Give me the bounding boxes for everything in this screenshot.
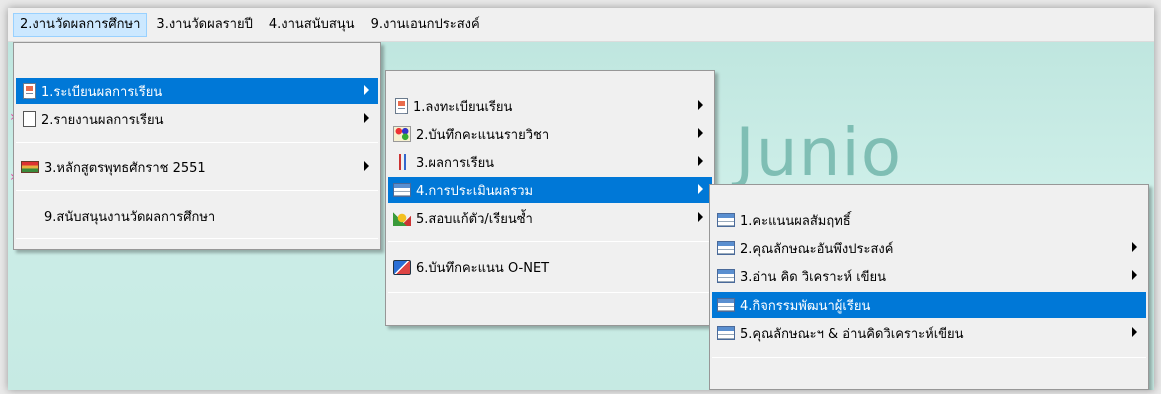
submenu-arrow-icon: [698, 156, 703, 166]
submenu-arrow-icon: [364, 113, 369, 123]
menu-item-reading-thinking-writing[interactable]: 3.อ่าน คิด วิเคราะห์ เขียน: [712, 263, 1146, 289]
menu-item-label: 2.บันทึกคะแนนรายวิชา: [416, 127, 550, 143]
menu-separator: [16, 190, 378, 191]
submenu-arrow-icon: [1132, 327, 1137, 337]
menu-item-enrollment[interactable]: 1.ลงทะเบียนเรียน: [388, 93, 712, 119]
menu-item-label: 4.การประเมินผลรวม: [416, 183, 534, 199]
menu-item-retake-exam[interactable]: 5.สอบแก้ตัว/เรียนซ้ำ: [388, 205, 712, 231]
menu-item-achievement-scores[interactable]: 1.คะแนนผลสัมฤทธิ์: [712, 207, 1146, 233]
menu-item-label: 5.คุณลักษณะฯ & อ่านคิดวิเคราะห์เขียน: [740, 326, 964, 342]
menu-item-label: 1.ลงทะเบียนเรียน: [413, 99, 513, 115]
submenu-arrow-icon: [364, 161, 369, 171]
menu-item-label: 1.ระเบียนผลการเรียน: [41, 84, 163, 100]
menu-item-subject-scores[interactable]: 2.บันทึกคะแนนรายวิชา: [388, 121, 712, 147]
menu-item-label: 2.รายงานผลการเรียน: [41, 112, 164, 128]
menubar-item-assessment[interactable]: 2.งานวัดผลการศึกษา: [13, 12, 148, 37]
table-icon: [717, 326, 735, 340]
menubar-item-support[interactable]: 4.งานสนับสนุน: [262, 13, 362, 37]
menu-separator: [388, 292, 712, 293]
menu-item-label: 9.สนับสนุนงานวัดผลการศึกษา: [44, 209, 216, 225]
document-icon: [395, 98, 408, 114]
submenu-overall-evaluation: 1.คะแนนผลสัมฤทธิ์ 2.คุณลักษณะอันพึงประสง…: [709, 184, 1149, 390]
menu-item-results[interactable]: 3.ผลการเรียน: [388, 149, 712, 175]
table-icon: [717, 269, 735, 283]
menu-item-label: 4.กิจกรรมพัฒนาผู้เรียน: [740, 298, 871, 314]
result-icon: [393, 154, 411, 170]
menu-item-curriculum-2551[interactable]: 3.หลักสูตรพุทธศักราช 2551: [16, 154, 378, 180]
exam-icon: [393, 210, 411, 226]
menu-item-assessment-support[interactable]: 9.สนับสนุนงานวัดผลการศึกษา: [16, 203, 378, 229]
books-icon: [21, 161, 39, 173]
menu-separator: [388, 241, 712, 242]
menubar-item-yearly-assessment[interactable]: 3.งานวัดผลรายปี: [149, 13, 259, 37]
document-icon: [23, 83, 36, 99]
table-icon: [393, 183, 411, 197]
page-icon: [23, 111, 36, 127]
menu-item-overall-evaluation[interactable]: 4.การประเมินผลรวม: [388, 177, 712, 203]
menu-item-onet-scores[interactable]: 6.บันทึกคะแนน O-NET: [388, 254, 712, 280]
menu-item-label: 6.บันทึกคะแนน O-NET: [416, 260, 550, 276]
menu-item-label: 2.คุณลักษณะอันพึงประสงค์: [740, 241, 894, 257]
menu-item-desired-characteristics[interactable]: 2.คุณลักษณะอันพึงประสงค์: [712, 235, 1146, 261]
table-icon: [717, 241, 735, 255]
dropdown-menu-assessment: 1.ระเบียนผลการเรียน 2.รายงานผลการเรียน 3…: [13, 42, 381, 250]
submenu-arrow-icon: [698, 184, 703, 194]
submenu-arrow-icon: [698, 128, 703, 138]
submenu-arrow-icon: [364, 85, 369, 95]
menu-item-grade-reports[interactable]: 2.รายงานผลการเรียน: [16, 106, 378, 132]
menu-item-label: 1.คะแนนผลสัมฤทธิ์: [740, 213, 851, 229]
menubar-item-general[interactable]: 9.งานเอนกประสงค์: [364, 13, 487, 37]
menu-item-label: 3.ผลการเรียน: [416, 155, 495, 171]
menu-separator: [16, 142, 378, 143]
menu-item-grade-records[interactable]: 1.ระเบียนผลการเรียน: [16, 78, 378, 104]
menubar: 2.งานวัดผลการศึกษา 3.งานวัดผลรายปี 4.งาน…: [8, 8, 1154, 42]
menu-item-characteristics-and-reading[interactable]: 5.คุณลักษณะฯ & อ่านคิดวิเคราะห์เขียน: [712, 320, 1146, 346]
menu-item-label: 5.สอบแก้ตัว/เรียนซ้ำ: [416, 211, 533, 227]
submenu-arrow-icon: [698, 212, 703, 222]
table-icon: [717, 298, 735, 312]
menu-item-label: 3.หลักสูตรพุทธศักราช 2551: [44, 160, 206, 176]
application-window: s’2551 Junio › › 2.งานวัดผลการศึกษา 3.งา…: [8, 8, 1154, 390]
menu-item-student-activities[interactable]: 4.กิจกรรมพัฒนาผู้เรียน: [712, 292, 1146, 318]
score-icon: [393, 126, 411, 142]
menu-separator: [712, 357, 1146, 358]
menu-separator: [16, 238, 378, 239]
submenu-grade-records: 1.ลงทะเบียนเรียน 2.บันทึกคะแนนรายวิชา 3.…: [385, 70, 715, 326]
submenu-arrow-icon: [1132, 242, 1137, 252]
submenu-arrow-icon: [698, 100, 703, 110]
submenu-arrow-icon: [1132, 270, 1137, 280]
table-icon: [717, 213, 735, 227]
onet-icon: [393, 259, 411, 275]
menu-item-label: 3.อ่าน คิด วิเคราะห์ เขียน: [740, 269, 887, 285]
